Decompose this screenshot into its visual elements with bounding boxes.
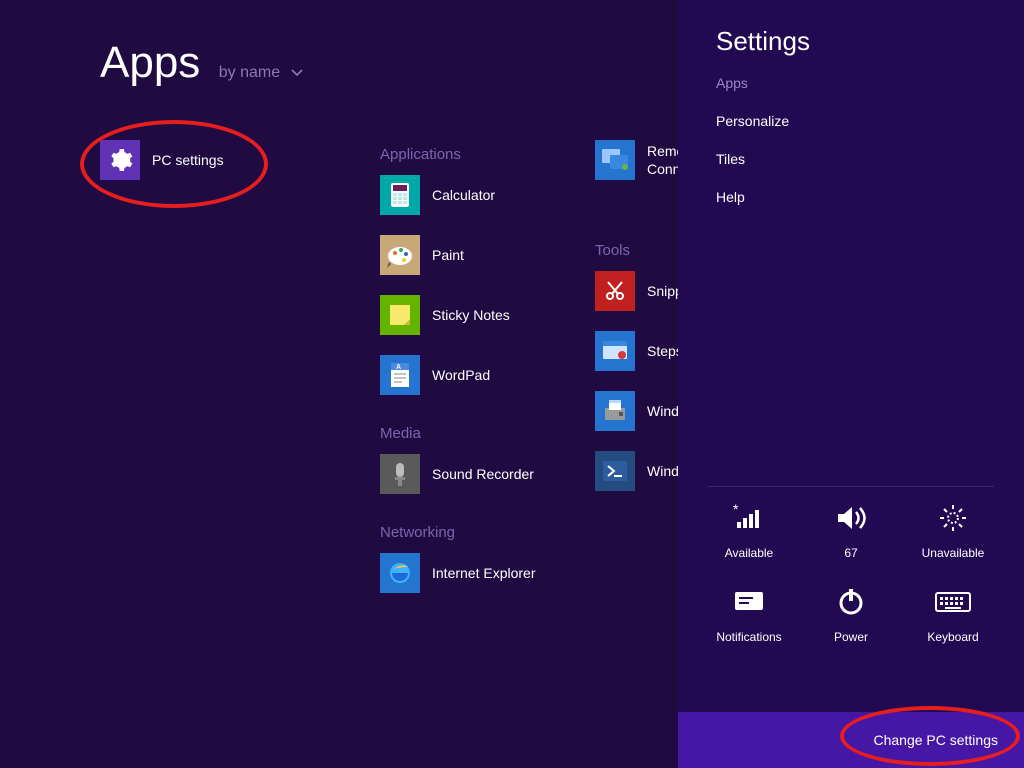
- notifications-icon: [729, 582, 769, 622]
- apps-screen: Apps by name PC settings Applications: [0, 0, 1024, 768]
- network-signal-icon: *: [729, 498, 769, 538]
- change-pc-settings-link[interactable]: Change PC settings: [873, 732, 998, 748]
- fax-icon: [595, 391, 635, 431]
- powershell-icon: [595, 451, 635, 491]
- app-tile-wordpad[interactable]: A WordPad: [380, 355, 590, 395]
- settings-link-apps[interactable]: Apps: [716, 75, 1024, 91]
- app-label: Sound Recorder: [432, 465, 534, 483]
- wordpad-icon: A: [380, 355, 420, 395]
- app-tile-calculator[interactable]: Calculator: [380, 175, 590, 215]
- app-tile-sound-recorder[interactable]: Sound Recorder: [380, 454, 590, 494]
- gear-icon: [100, 140, 140, 180]
- paint-icon: [380, 235, 420, 275]
- volume-icon: [831, 498, 871, 538]
- quick-notifications-button[interactable]: Notifications: [698, 582, 800, 644]
- app-label: WordPad: [432, 366, 490, 384]
- calculator-icon: [380, 175, 420, 215]
- quick-label: Notifications: [716, 630, 781, 644]
- sort-by-dropdown[interactable]: by name: [219, 64, 303, 82]
- quick-power-button[interactable]: Power: [800, 582, 902, 644]
- brightness-icon: [933, 498, 973, 538]
- settings-link-personalize[interactable]: Personalize: [716, 113, 1024, 129]
- group-header-media[interactable]: Media: [380, 425, 590, 442]
- app-label: Calculator: [432, 186, 495, 204]
- app-label: Sticky Notes: [432, 306, 510, 324]
- quick-label: 67: [844, 546, 857, 560]
- app-tile-internet-explorer[interactable]: Internet Explorer: [380, 553, 590, 593]
- settings-link-help[interactable]: Help: [716, 189, 1024, 205]
- quick-network-button[interactable]: * Available: [698, 498, 800, 560]
- app-label: PC settings: [152, 151, 224, 169]
- divider: [708, 486, 994, 487]
- apps-column-results: PC settings: [100, 140, 310, 200]
- quick-label: Unavailable: [922, 546, 985, 560]
- svg-text:A: A: [396, 364, 401, 371]
- settings-charm-panel: Settings Apps Personalize Tiles Help * A…: [678, 0, 1024, 712]
- app-label: Internet Explorer: [432, 564, 536, 582]
- quick-volume-button[interactable]: 67: [800, 498, 902, 560]
- apps-header: Apps by name: [100, 38, 303, 88]
- settings-link-tiles[interactable]: Tiles: [716, 151, 1024, 167]
- quick-label: Power: [834, 630, 868, 644]
- sticky-notes-icon: [380, 295, 420, 335]
- svg-text:*: *: [733, 504, 739, 517]
- app-tile-pc-settings[interactable]: PC settings: [100, 140, 310, 180]
- scissors-icon: [595, 271, 635, 311]
- group-header-networking[interactable]: Networking: [380, 524, 590, 541]
- change-pc-settings-bar[interactable]: Change PC settings: [678, 712, 1024, 768]
- microphone-icon: [380, 454, 420, 494]
- remote-desktop-icon: [595, 140, 635, 180]
- sort-label: by name: [219, 64, 280, 81]
- quick-keyboard-button[interactable]: Keyboard: [902, 582, 1004, 644]
- quick-brightness-button[interactable]: Unavailable: [902, 498, 1004, 560]
- chevron-down-icon: [291, 69, 303, 77]
- settings-panel-title: Settings: [716, 26, 1024, 57]
- quick-settings-grid: * Available 67 Unavailable Not: [698, 498, 1004, 644]
- quick-label: Keyboard: [927, 630, 978, 644]
- steps-recorder-icon: [595, 331, 635, 371]
- app-tile-sticky-notes[interactable]: Sticky Notes: [380, 295, 590, 335]
- app-tile-paint[interactable]: Paint: [380, 235, 590, 275]
- quick-label: Available: [725, 546, 773, 560]
- keyboard-icon: [933, 582, 973, 622]
- group-header-applications[interactable]: Applications: [380, 146, 590, 163]
- app-label: Paint: [432, 246, 464, 264]
- power-icon: [831, 582, 871, 622]
- apps-column-applications: Applications Calculator Paint Sticky Not…: [380, 140, 590, 613]
- internet-explorer-icon: [380, 553, 420, 593]
- page-title: Apps: [100, 38, 200, 88]
